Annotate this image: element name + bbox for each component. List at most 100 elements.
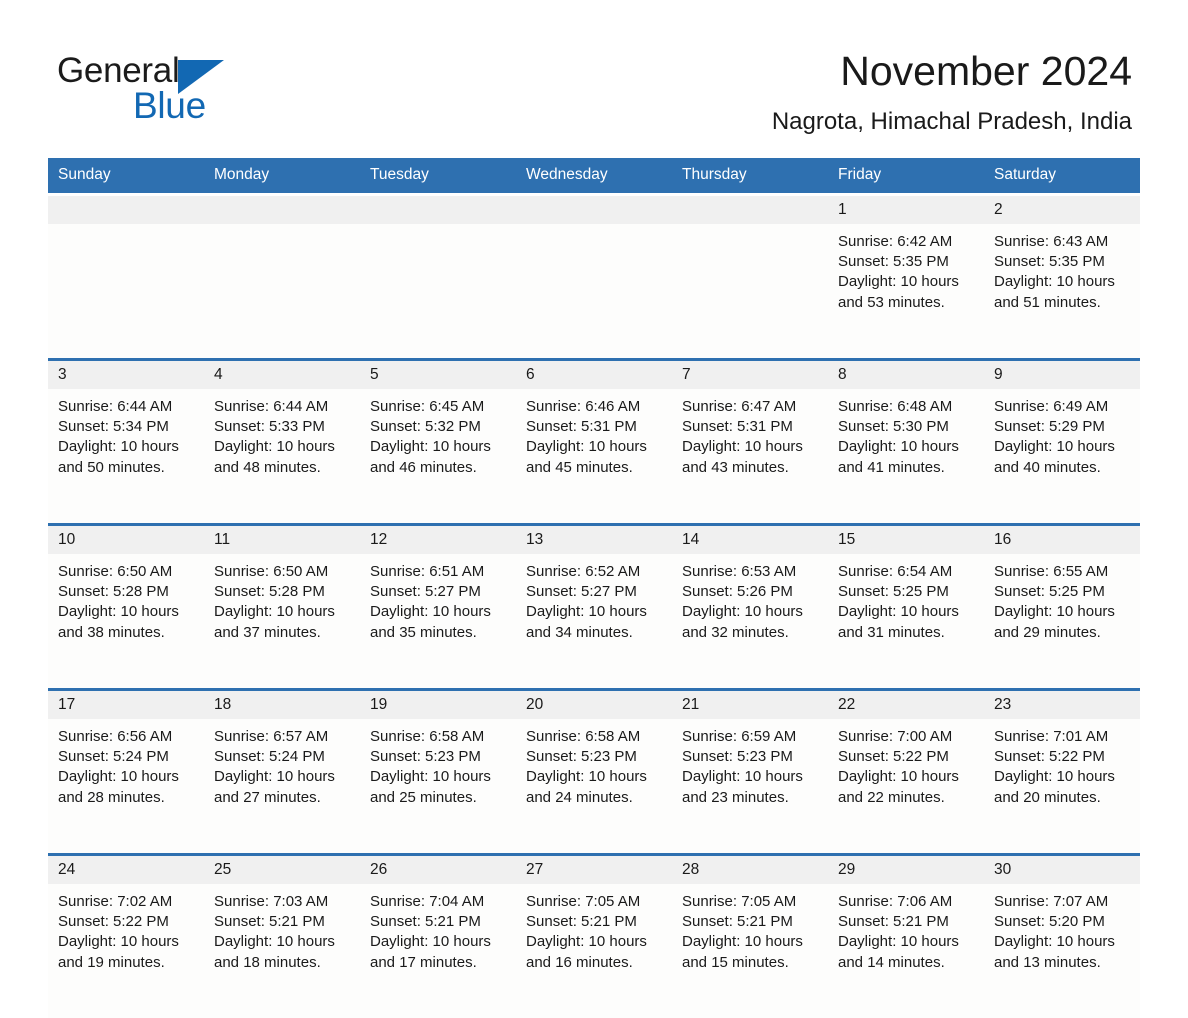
day-cell[interactable]: Sunrise: 7:03 AM Sunset: 5:21 PM Daylight:…: [204, 884, 360, 1018]
daylight-text: Daylight: 10 hours and 13 minutes.: [994, 933, 1115, 971]
day-number[interactable]: 1: [828, 196, 984, 224]
day-cell[interactable]: Sunrise: 6:54 AM Sunset: 5:25 PM Daylight:…: [828, 554, 984, 688]
day-number[interactable]: 3: [48, 361, 204, 389]
sunset-text: Sunset: 5:21 PM: [682, 913, 793, 931]
weekday-header-saturday: Saturday: [984, 158, 1140, 193]
sunrise-text: Sunrise: 6:58 AM: [526, 728, 641, 745]
sunrise-text: Sunrise: 6:44 AM: [214, 398, 329, 415]
daylight-text: Daylight: 10 hours and 35 minutes.: [370, 603, 491, 641]
day-cell[interactable]: Sunrise: 6:50 AM Sunset: 5:28 PM Daylight:…: [48, 554, 204, 688]
day-cell[interactable]: Sunrise: 6:44 AM Sunset: 5:34 PM Daylight:…: [48, 389, 204, 523]
day-number[interactable]: 13: [516, 526, 672, 554]
day-cell[interactable]: Sunrise: 7:02 AM Sunset: 5:22 PM Daylight:…: [48, 884, 204, 1018]
day-cell[interactable]: Sunrise: 7:04 AM Sunset: 5:21 PM Daylight:…: [360, 884, 516, 1018]
day-number[interactable]: 26: [360, 856, 516, 884]
day-cell[interactable]: Sunrise: 7:05 AM Sunset: 5:21 PM Daylight:…: [672, 884, 828, 1018]
sunrise-text: Sunrise: 6:51 AM: [370, 563, 485, 580]
day-number[interactable]: 27: [516, 856, 672, 884]
day-number[interactable]: 17: [48, 691, 204, 719]
calendar-body: 1 2 Sunrise: 6:42 AM Sunset: 5:35 PM Dayligh…: [48, 193, 1140, 1018]
daylight-text: Daylight: 10 hours and 50 minutes.: [58, 438, 179, 476]
sunset-text: Sunset: 5:20 PM: [994, 913, 1105, 931]
day-number[interactable]: 24: [48, 856, 204, 884]
day-cell[interactable]: Sunrise: 6:47 AM Sunset: 5:31 PM Daylight:…: [672, 389, 828, 523]
day-cell[interactable]: Sunrise: 7:07 AM Sunset: 5:20 PM Daylight:…: [984, 884, 1140, 1018]
day-cell[interactable]: Sunrise: 6:58 AM Sunset: 5:23 PM Daylight:…: [360, 719, 516, 853]
sunrise-text: Sunrise: 7:00 AM: [838, 728, 953, 745]
day-number[interactable]: 8: [828, 361, 984, 389]
day-number[interactable]: 5: [360, 361, 516, 389]
day-cell[interactable]: Sunrise: 6:51 AM Sunset: 5:27 PM Daylight:…: [360, 554, 516, 688]
page-subtitle: Nagrota, Himachal Pradesh, India: [771, 108, 1132, 135]
day-cell[interactable]: Sunrise: 6:46 AM Sunset: 5:31 PM Daylight:…: [516, 389, 672, 523]
day-number[interactable]: 30: [984, 856, 1140, 884]
sunset-text: Sunset: 5:21 PM: [838, 913, 949, 931]
day-info-row: Sunrise: 7:02 AM Sunset: 5:22 PM Daylight:…: [48, 884, 1140, 1018]
day-number[interactable]: 7: [672, 361, 828, 389]
day-number[interactable]: 14: [672, 526, 828, 554]
daylight-text: Daylight: 10 hours and 23 minutes.: [682, 768, 803, 806]
day-cell[interactable]: Sunrise: 7:06 AM Sunset: 5:21 PM Daylight:…: [828, 884, 984, 1018]
day-cell[interactable]: Sunrise: 6:43 AM Sunset: 5:35 PM Daylight:…: [984, 224, 1140, 358]
sunset-text: Sunset: 5:31 PM: [682, 418, 793, 436]
day-number[interactable]: 10: [48, 526, 204, 554]
day-cell[interactable]: Sunrise: 6:58 AM Sunset: 5:23 PM Daylight:…: [516, 719, 672, 853]
day-cell[interactable]: Sunrise: 6:59 AM Sunset: 5:23 PM Daylight:…: [672, 719, 828, 853]
weekday-header-thursday: Thursday: [672, 158, 828, 193]
sunset-text: Sunset: 5:35 PM: [994, 253, 1105, 271]
day-number[interactable]: 2: [984, 196, 1140, 224]
sunset-text: Sunset: 5:32 PM: [370, 418, 481, 436]
day-number[interactable]: 11: [204, 526, 360, 554]
day-number[interactable]: 18: [204, 691, 360, 719]
sunrise-text: Sunrise: 7:05 AM: [682, 893, 797, 910]
day-cell[interactable]: Sunrise: 6:56 AM Sunset: 5:24 PM Daylight:…: [48, 719, 204, 853]
day-cell[interactable]: Sunrise: 6:53 AM Sunset: 5:26 PM Daylight:…: [672, 554, 828, 688]
day-number[interactable]: 28: [672, 856, 828, 884]
day-number[interactable]: 21: [672, 691, 828, 719]
daylight-text: Daylight: 10 hours and 51 minutes.: [994, 273, 1115, 311]
day-number[interactable]: 29: [828, 856, 984, 884]
weekday-header-tuesday: Tuesday: [360, 158, 516, 193]
day-number[interactable]: 15: [828, 526, 984, 554]
sunrise-text: Sunrise: 6:53 AM: [682, 563, 797, 580]
day-cell[interactable]: Sunrise: 7:00 AM Sunset: 5:22 PM Daylight:…: [828, 719, 984, 853]
day-cell[interactable]: Sunrise: 6:42 AM Sunset: 5:35 PM Daylight:…: [828, 224, 984, 358]
day-cell[interactable]: Sunrise: 7:05 AM Sunset: 5:21 PM Daylight:…: [516, 884, 672, 1018]
sunset-text: Sunset: 5:22 PM: [994, 748, 1105, 766]
generalblue-logo[interactable]: General Blue: [57, 52, 387, 132]
day-cell[interactable]: Sunrise: 6:44 AM Sunset: 5:33 PM Daylight:…: [204, 389, 360, 523]
day-number[interactable]: 25: [204, 856, 360, 884]
day-number-row: 12: [48, 196, 1140, 224]
day-cell[interactable]: Sunrise: 6:45 AM Sunset: 5:32 PM Daylight:…: [360, 389, 516, 523]
weekday-header-wednesday: Wednesday: [516, 158, 672, 193]
weekday-header-friday: Friday: [828, 158, 984, 193]
sunset-text: Sunset: 5:25 PM: [994, 583, 1105, 601]
daylight-text: Daylight: 10 hours and 18 minutes.: [214, 933, 335, 971]
sunset-text: Sunset: 5:27 PM: [370, 583, 481, 601]
daylight-text: Daylight: 10 hours and 31 minutes.: [838, 603, 959, 641]
day-number[interactable]: 22: [828, 691, 984, 719]
day-info-row: Sunrise: 6:50 AM Sunset: 5:28 PM Daylight:…: [48, 554, 1140, 688]
day-number[interactable]: 16: [984, 526, 1140, 554]
day-cell[interactable]: Sunrise: 6:55 AM Sunset: 5:25 PM Daylight:…: [984, 554, 1140, 688]
sunrise-text: Sunrise: 6:52 AM: [526, 563, 641, 580]
sunset-text: Sunset: 5:21 PM: [370, 913, 481, 931]
day-number[interactable]: 4: [204, 361, 360, 389]
day-cell[interactable]: Sunrise: 6:52 AM Sunset: 5:27 PM Daylight:…: [516, 554, 672, 688]
page-title: November 2024: [840, 48, 1132, 94]
day-number[interactable]: 6: [516, 361, 672, 389]
sunrise-text: Sunrise: 6:45 AM: [370, 398, 485, 415]
day-cell-empty: [516, 224, 672, 358]
day-number[interactable]: 12: [360, 526, 516, 554]
day-number[interactable]: 19: [360, 691, 516, 719]
sunrise-text: Sunrise: 7:05 AM: [526, 893, 641, 910]
day-cell[interactable]: Sunrise: 7:01 AM Sunset: 5:22 PM Daylight:…: [984, 719, 1140, 853]
day-number[interactable]: 9: [984, 361, 1140, 389]
day-info-row: Sunrise: 6:42 AM Sunset: 5:35 PM Daylight:…: [48, 224, 1140, 358]
day-number[interactable]: 23: [984, 691, 1140, 719]
day-cell[interactable]: Sunrise: 6:48 AM Sunset: 5:30 PM Daylight:…: [828, 389, 984, 523]
day-cell[interactable]: Sunrise: 6:57 AM Sunset: 5:24 PM Daylight:…: [204, 719, 360, 853]
day-cell[interactable]: Sunrise: 6:49 AM Sunset: 5:29 PM Daylight:…: [984, 389, 1140, 523]
day-number[interactable]: 20: [516, 691, 672, 719]
day-cell[interactable]: Sunrise: 6:50 AM Sunset: 5:28 PM Daylight:…: [204, 554, 360, 688]
